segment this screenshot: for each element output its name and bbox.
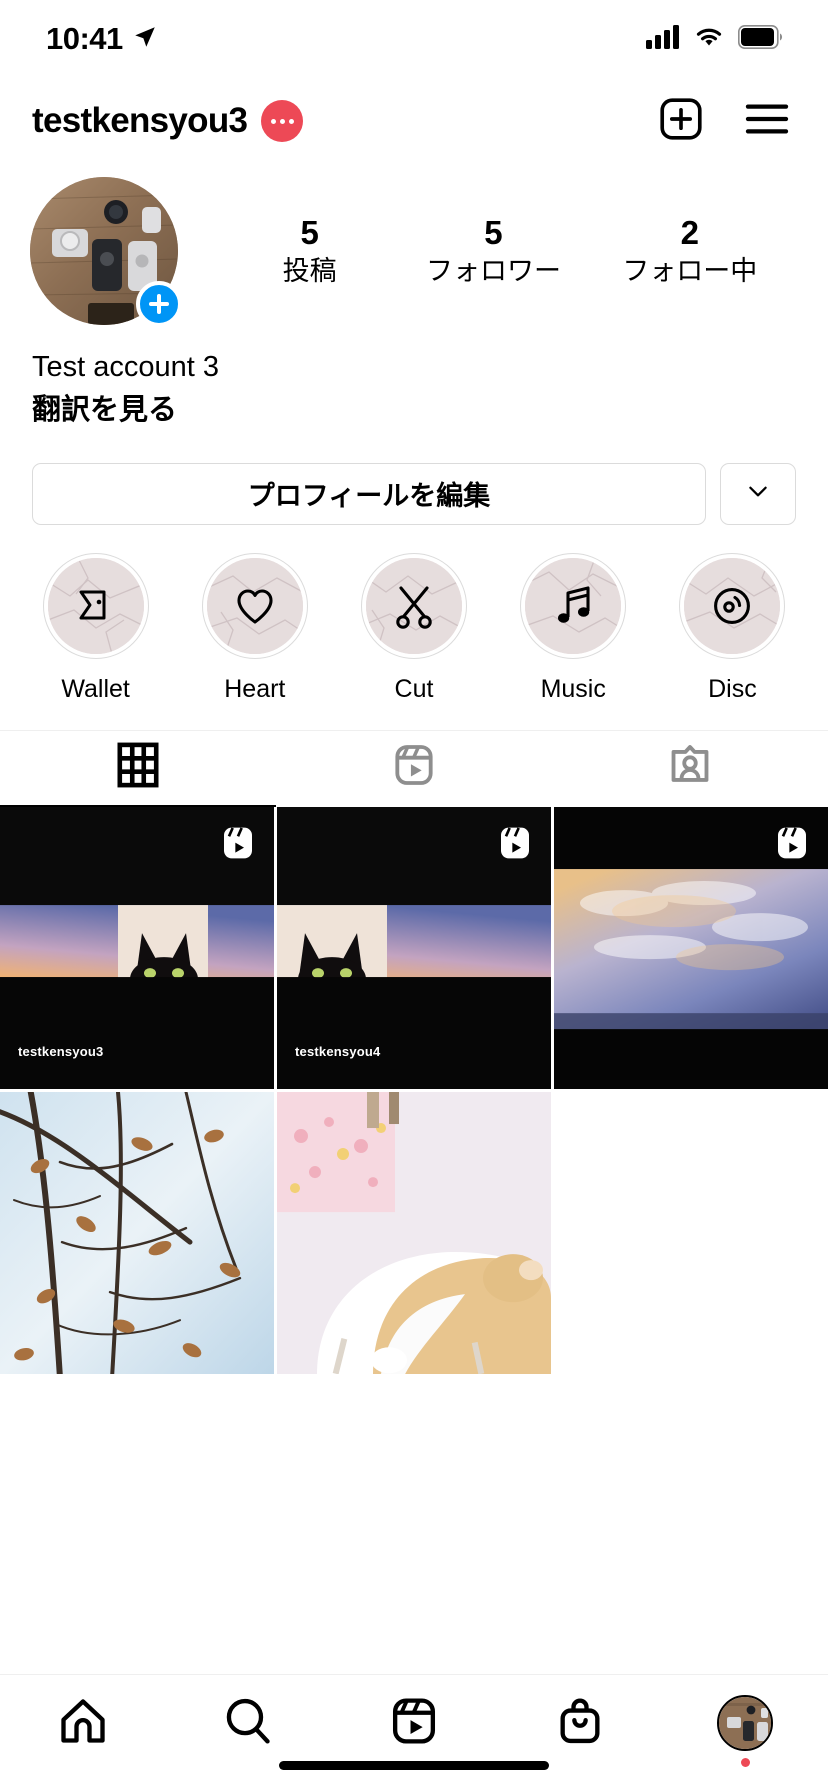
highlight-wallet[interactable]: Wallet: [16, 552, 175, 704]
story-highlights: Wallet Heart Cut Music Disc: [0, 525, 828, 704]
edit-profile-button[interactable]: プロフィールを編集: [32, 462, 706, 525]
username-group[interactable]: testkensyou3: [32, 100, 304, 142]
shop-bag-icon: [554, 1695, 606, 1752]
tagged-person-icon: [667, 742, 713, 793]
bottom-navigation: [0, 1674, 828, 1792]
post-cell[interactable]: testkensyou3: [0, 806, 274, 1089]
nav-search[interactable]: [188, 1695, 308, 1752]
highlight-ring: [42, 552, 149, 659]
tab-reels[interactable]: [276, 731, 552, 807]
profile-stats: 5 投稿 5 フォロワー 2 フォロー中: [178, 213, 798, 288]
grid-icon: [115, 742, 161, 793]
stat-label: フォロー中: [622, 255, 758, 286]
hamburger-menu-icon[interactable]: [744, 99, 790, 144]
highlight-cover: [366, 557, 462, 654]
reel-play-icon: [218, 823, 258, 863]
post-overlay-username: testkensyou3: [18, 1043, 104, 1059]
header-actions: [658, 96, 790, 147]
status-bar: 10:41: [0, 0, 828, 78]
nav-profile[interactable]: [685, 1695, 805, 1767]
post-cell[interactable]: testkensyou4: [277, 806, 551, 1089]
profile-bio: Test account 3 翻訳を見る: [0, 324, 828, 431]
highlight-cover: [47, 557, 144, 654]
location-arrow-icon: [132, 24, 158, 55]
reel-play-icon: [495, 823, 535, 863]
nav-shop[interactable]: [520, 1695, 640, 1752]
cellular-signal-icon: [646, 24, 680, 54]
stat-value: 2: [680, 214, 699, 252]
page-title[interactable]: testkensyou3: [32, 101, 248, 141]
home-icon: [57, 1695, 109, 1752]
nav-reels[interactable]: [354, 1695, 474, 1752]
highlight-ring: [361, 552, 467, 659]
see-translation-link[interactable]: 翻訳を見る: [32, 390, 796, 431]
home-indicator: [279, 1761, 549, 1770]
tab-grid[interactable]: [0, 731, 276, 807]
highlight-music[interactable]: Music: [494, 552, 653, 704]
reels-icon: [388, 1695, 440, 1752]
reels-icon: [391, 742, 437, 793]
wifi-icon: [693, 25, 725, 54]
highlight-ring: [201, 552, 308, 659]
profile-action-row: プロフィールを編集: [0, 431, 828, 525]
highlight-label: Music: [540, 674, 606, 703]
stat-label: 投稿: [282, 255, 337, 286]
reel-play-icon: [772, 823, 812, 863]
highlight-cover: [525, 557, 622, 654]
display-name: Test account 3: [32, 351, 219, 383]
avatar-wrapper[interactable]: [30, 177, 182, 327]
profile-more-button[interactable]: [720, 462, 796, 525]
post-grid: testkensyou3 testkensyou4: [0, 806, 828, 1375]
stat-label: フォロワー: [425, 255, 561, 286]
highlight-ring: [520, 552, 627, 659]
highlight-label: Heart: [224, 674, 286, 703]
search-icon: [222, 1695, 274, 1752]
post-cell-empty: [554, 1091, 828, 1375]
highlight-disc[interactable]: Disc: [653, 552, 812, 704]
new-post-plus-icon[interactable]: [658, 96, 704, 147]
highlight-cover: [684, 557, 781, 654]
chevron-down-icon: [745, 478, 771, 509]
highlight-label: Disc: [708, 674, 757, 703]
nav-home[interactable]: [23, 1695, 143, 1752]
battery-icon: [738, 24, 784, 54]
status-bar-right: [646, 24, 784, 54]
post-overlay-username: testkensyou4: [295, 1043, 381, 1059]
post-cell[interactable]: [277, 1091, 551, 1375]
profile-avatar-icon: [717, 1695, 774, 1751]
add-story-plus-icon[interactable]: [136, 281, 182, 327]
stat-value: 5: [484, 214, 503, 252]
stat-followers[interactable]: 5 フォロワー: [426, 213, 561, 288]
highlight-cover: [206, 557, 303, 654]
profile-header-bar: testkensyou3: [0, 78, 828, 164]
stat-value: 5: [300, 214, 319, 252]
threads-dot-badge-icon[interactable]: [261, 100, 304, 142]
profile-tabs: [0, 729, 828, 807]
highlight-cut[interactable]: Cut: [334, 552, 493, 704]
profile-notification-dot: [740, 1758, 750, 1767]
stat-following[interactable]: 2 フォロー中: [622, 213, 757, 288]
status-time: 10:41: [46, 21, 123, 56]
status-bar-left: 10:41: [46, 21, 158, 57]
highlight-heart[interactable]: Heart: [175, 552, 334, 704]
post-cell[interactable]: [0, 1091, 274, 1375]
highlight-ring: [679, 552, 786, 659]
profile-top-section: 5 投稿 5 フォロワー 2 フォロー中: [0, 164, 828, 327]
post-cell[interactable]: [554, 806, 828, 1089]
stat-posts[interactable]: 5 投稿: [255, 213, 365, 288]
tab-tagged[interactable]: [552, 731, 828, 807]
highlight-label: Cut: [394, 674, 434, 703]
highlight-label: Wallet: [61, 674, 130, 703]
